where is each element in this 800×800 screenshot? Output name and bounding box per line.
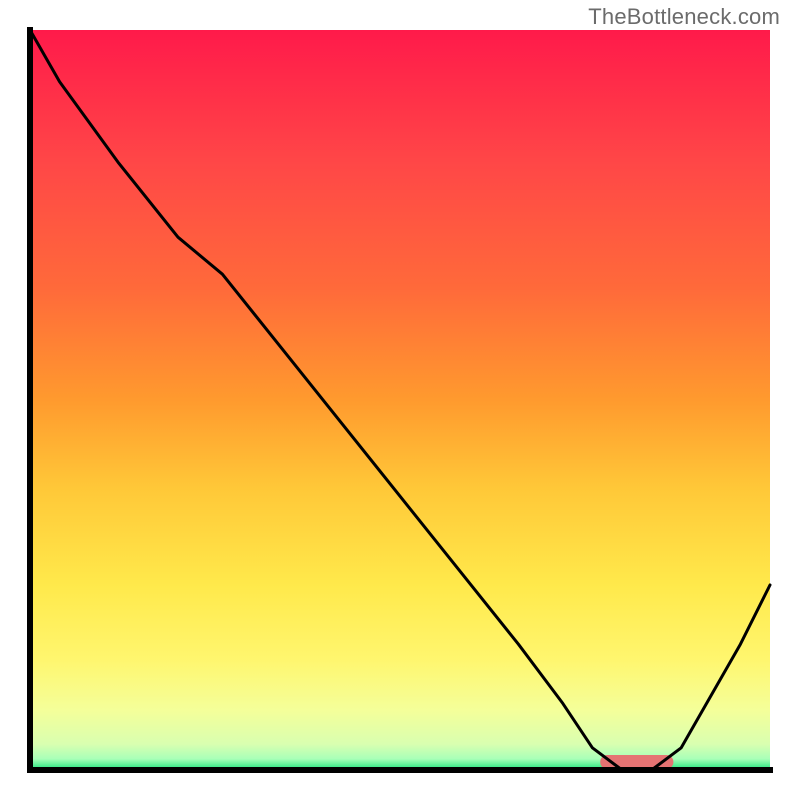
bottleneck-chart (0, 0, 800, 800)
chart-frame: TheBottleneck.com (0, 0, 800, 800)
plot-background (30, 30, 770, 770)
